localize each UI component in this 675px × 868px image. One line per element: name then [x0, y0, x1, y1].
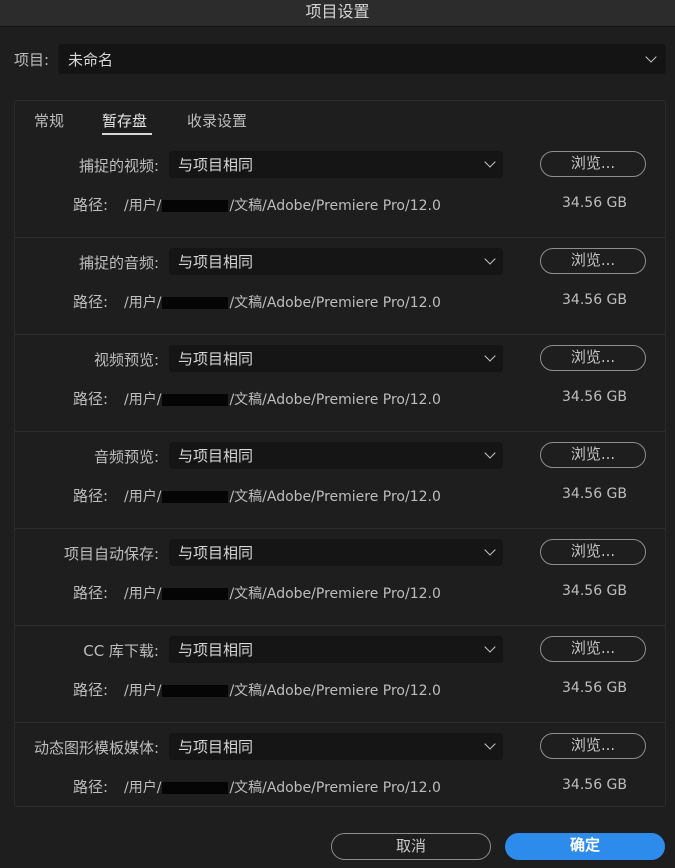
location-dropdown[interactable]: 与项目相同 — [169, 636, 503, 663]
dropdown-value: 与项目相同 — [178, 253, 254, 271]
path-label: 路径: — [73, 778, 109, 796]
dropdown-value: 与项目相同 — [178, 447, 254, 465]
path-prefix: /用户/ — [124, 683, 162, 699]
row-label: 捕捉的音频: — [78, 254, 159, 272]
path-suffix: /文稿/Adobe/Premiere Pro/12.0 — [229, 683, 441, 699]
row-audio-previews: 音频预览: 与项目相同 浏览... 路径: /用户/ /文稿/Adobe/Premiere… — [15, 432, 665, 529]
window-title: 项目设置 — [0, 0, 675, 27]
path-prefix: /用户/ — [124, 586, 162, 602]
path-suffix: /文稿/Adobe/Premiere Pro/12.0 — [229, 295, 441, 311]
dropdown-value: 与项目相同 — [178, 156, 254, 174]
row-motion-graphics-media: 动态图形模板媒体: 与项目相同 浏览... 路径: /用户/ /文稿/Adobe/Prem… — [15, 723, 665, 820]
redacted-username — [162, 491, 229, 503]
row-label: 视频预览: — [93, 351, 159, 369]
browse-button[interactable]: 浏览... — [540, 248, 646, 274]
tab-ingest-settings[interactable]: 收录设置 — [187, 110, 247, 131]
path-prefix: /用户/ — [124, 392, 162, 408]
dropdown-value: 与项目相同 — [178, 738, 254, 756]
free-space: 34.56 GB — [562, 389, 627, 405]
free-space: 34.56 GB — [562, 195, 627, 211]
free-space: 34.56 GB — [562, 486, 627, 502]
browse-button[interactable]: 浏览... — [540, 442, 646, 468]
row-label: 音频预览: — [93, 448, 159, 466]
path-label: 路径: — [73, 390, 109, 408]
path-value: /用户/ /文稿/Adobe/Premiere Pro/12.0 — [124, 486, 441, 506]
browse-button[interactable]: 浏览... — [540, 345, 646, 371]
path-label: 路径: — [73, 487, 109, 505]
redacted-username — [162, 782, 229, 794]
path-suffix: /文稿/Adobe/Premiere Pro/12.0 — [229, 489, 441, 505]
free-space: 34.56 GB — [562, 777, 627, 793]
path-prefix: /用户/ — [124, 198, 162, 214]
active-tab-indicator — [102, 133, 152, 135]
chevron-down-icon — [484, 544, 496, 556]
chevron-down-icon — [484, 738, 496, 750]
redacted-username — [162, 394, 229, 406]
redacted-username — [162, 200, 229, 212]
row-captured-audio: 捕捉的音频: 与项目相同 浏览... 路径: /用户/ /文稿/Adobe/Premier… — [15, 238, 665, 335]
row-label: 动态图形模板媒体: — [33, 739, 159, 757]
free-space: 34.56 GB — [562, 680, 627, 696]
browse-button[interactable]: 浏览... — [540, 636, 646, 662]
path-label: 路径: — [73, 293, 109, 311]
dropdown-value: 与项目相同 — [178, 350, 254, 368]
path-label: 路径: — [73, 681, 109, 699]
row-video-previews: 视频预览: 与项目相同 浏览... 路径: /用户/ /文稿/Adobe/Premiere… — [15, 335, 665, 432]
path-value: /用户/ /文稿/Adobe/Premiere Pro/12.0 — [124, 680, 441, 700]
row-label: CC 库下载: — [83, 642, 159, 660]
path-prefix: /用户/ — [124, 489, 162, 505]
path-suffix: /文稿/Adobe/Premiere Pro/12.0 — [229, 392, 441, 408]
row-captured-video: 捕捉的视频: 与项目相同 浏览... 路径: /用户/ /文稿/Adobe/Premier… — [15, 141, 665, 238]
redacted-username — [162, 685, 229, 697]
chevron-down-icon — [645, 51, 657, 63]
project-select[interactable]: 未命名 — [58, 44, 666, 74]
path-prefix: /用户/ — [124, 780, 162, 796]
chevron-down-icon — [484, 641, 496, 653]
redacted-username — [162, 297, 229, 309]
location-dropdown[interactable]: 与项目相同 — [169, 248, 503, 275]
settings-panel: 常规 暂存盘 收录设置 捕捉的视频: 与项目相同 浏览... 路径:/用户//文稿/A… — [14, 100, 666, 807]
dropdown-value: 与项目相同 — [178, 544, 254, 562]
path-value: /用户/ /文稿/Adobe/Premiere Pro/12.0 — [124, 195, 441, 215]
tab-scratch-disks[interactable]: 暂存盘 — [102, 110, 147, 131]
path-value: /用户/ /文稿/Adobe/Premiere Pro/12.0 — [124, 292, 441, 312]
project-label: 项目: — [14, 51, 50, 69]
browse-button[interactable]: 浏览... — [540, 151, 646, 177]
location-dropdown[interactable]: 与项目相同 — [169, 539, 503, 566]
browse-button[interactable]: 浏览... — [540, 539, 646, 565]
path-suffix: /文稿/Adobe/Premiere Pro/12.0 — [229, 586, 441, 602]
path-label: 路径: — [73, 584, 109, 602]
browse-button[interactable]: 浏览... — [540, 733, 646, 759]
location-dropdown[interactable]: 与项目相同 — [169, 345, 503, 372]
ok-button[interactable]: 确定 — [505, 833, 665, 860]
project-row: 项目: 未命名 — [0, 44, 675, 74]
path-value: /用户/ /文稿/Adobe/Premiere Pro/12.0 — [124, 777, 441, 797]
cancel-button[interactable]: 取消 — [331, 833, 491, 860]
location-dropdown[interactable]: 与项目相同 — [169, 151, 503, 178]
chevron-down-icon — [484, 447, 496, 459]
path-value: /用户/ /文稿/Adobe/Premiere Pro/12.0 — [124, 389, 441, 409]
chevron-down-icon — [484, 253, 496, 265]
location-dropdown[interactable]: 与项目相同 — [169, 733, 503, 760]
tab-bar: 常规 暂存盘 收录设置 — [15, 101, 665, 141]
free-space: 34.56 GB — [562, 583, 627, 599]
free-space: 34.56 GB — [562, 292, 627, 308]
row-project-auto-save: 项目自动保存: 与项目相同 浏览... 路径: /用户/ /文稿/Adobe/Premie… — [15, 529, 665, 626]
row-label: 项目自动保存: — [63, 545, 159, 563]
chevron-down-icon — [484, 156, 496, 168]
project-name-value: 未命名 — [68, 51, 114, 69]
location-dropdown[interactable]: 与项目相同 — [169, 442, 503, 469]
row-cc-library-downloads: CC 库下载: 与项目相同 浏览... 路径: /用户/ /文稿/Adobe/Premie… — [15, 626, 665, 723]
tab-general[interactable]: 常规 — [34, 110, 64, 131]
row-label: 捕捉的视频: — [78, 157, 159, 175]
path-suffix: /文稿/Adobe/Premiere Pro/12.0 — [229, 780, 441, 796]
path-value: /用户/ /文稿/Adobe/Premiere Pro/12.0 — [124, 583, 441, 603]
path-label: 路径: — [73, 196, 109, 214]
redacted-username — [162, 588, 229, 600]
chevron-down-icon — [484, 350, 496, 362]
path-prefix: /用户/ — [124, 295, 162, 311]
dropdown-value: 与项目相同 — [178, 641, 254, 659]
path-suffix: /文稿/Adobe/Premiere Pro/12.0 — [229, 198, 441, 214]
